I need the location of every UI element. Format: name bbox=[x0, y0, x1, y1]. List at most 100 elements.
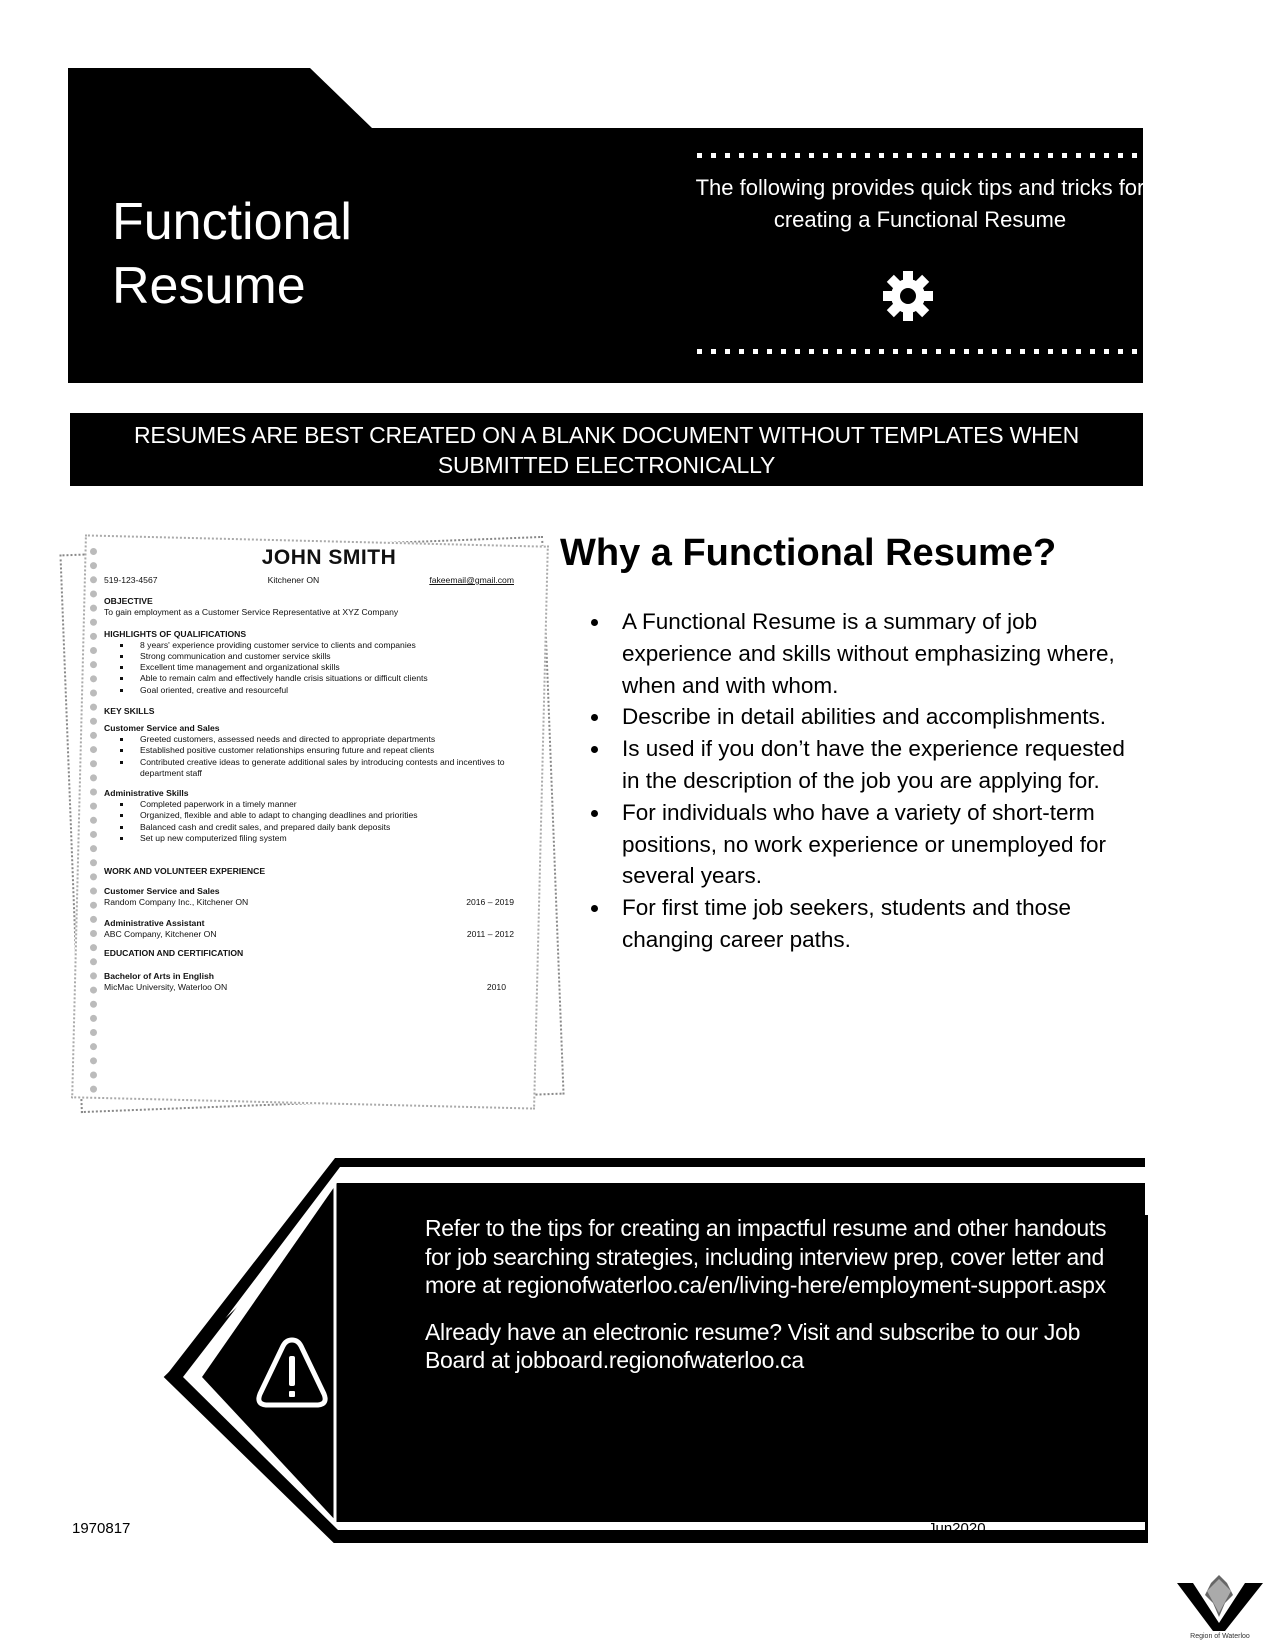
divider-dot bbox=[1005, 349, 1011, 354]
divider-dot bbox=[851, 349, 857, 354]
templates-banner: RESUMES ARE BEST CREATED ON A BLANK DOCU… bbox=[70, 413, 1143, 486]
header-intro: The following provides quick tips and tr… bbox=[695, 175, 1145, 232]
divider-dot bbox=[1019, 349, 1025, 354]
divider-dot bbox=[1117, 153, 1123, 158]
divider-dot bbox=[1005, 153, 1011, 158]
list-item: Balanced cash and credit sales, and prep… bbox=[120, 822, 514, 833]
divider-dot bbox=[711, 349, 717, 354]
document-date: Jun2020 bbox=[928, 1520, 986, 1537]
resume-employer: Random Company Inc., Kitchener ON bbox=[104, 897, 249, 908]
tips-paragraph-resources: Refer to the tips for creating an impact… bbox=[425, 1215, 1107, 1298]
why-heading: Why a Functional Resume? bbox=[560, 532, 1057, 574]
resume-name: JOHN SMITH bbox=[261, 546, 397, 569]
divider-dot bbox=[865, 349, 871, 354]
resume-section-heading: KEY SKILLS bbox=[104, 705, 155, 716]
divider-dot bbox=[879, 153, 885, 158]
list-item: A Functional Resume is a summary of job … bbox=[585, 606, 1145, 701]
divider-dot bbox=[921, 349, 927, 354]
divider-dot bbox=[1061, 349, 1067, 354]
divider-dot bbox=[879, 349, 885, 354]
list-item: Goal oriented, creative and resourceful bbox=[120, 685, 514, 696]
divider-dot bbox=[977, 153, 983, 158]
list-item: For individuals who have a variety of sh… bbox=[585, 797, 1145, 892]
divider-dot bbox=[781, 349, 787, 354]
list-item: Describe in detail abilities and accompl… bbox=[585, 701, 1145, 733]
divider-dot bbox=[921, 153, 927, 158]
divider-dot bbox=[1103, 153, 1109, 158]
resume-skill-list: Greeted customers, assessed needs and di… bbox=[104, 734, 514, 779]
list-item: Able to remain calm and effectively hand… bbox=[120, 673, 514, 684]
divider-dot bbox=[1103, 349, 1109, 354]
resume-skill-list: Completed paperwork in a timely manner O… bbox=[104, 799, 514, 844]
divider-dot bbox=[963, 349, 969, 354]
divider-dot bbox=[767, 349, 773, 354]
resume-section-heading: EDUCATION AND CERTIFICATION bbox=[104, 948, 244, 959]
divider-dot bbox=[963, 153, 969, 158]
resume-section-heading: WORK AND VOLUNTEER EXPERIENCE bbox=[104, 866, 266, 877]
divider-dot bbox=[809, 153, 815, 158]
divider-dot bbox=[739, 349, 745, 354]
title-line-2: Resume bbox=[112, 257, 306, 315]
why-bullet-list: A Functional Resume is a summary of job … bbox=[585, 606, 1145, 956]
divider-dot bbox=[1089, 153, 1095, 158]
resume-school: MicMac University, Waterloo ON bbox=[104, 982, 228, 993]
divider-dot bbox=[1047, 153, 1053, 158]
resume-job: Random Company Inc., Kitchener ON 2016 –… bbox=[104, 897, 514, 908]
list-item: Established positive customer relationsh… bbox=[120, 745, 514, 756]
tips-paragraph-jobboard: Already have an electronic resume? Visit… bbox=[425, 1318, 1081, 1374]
resume-email: fakeemail@gmail.com bbox=[429, 575, 514, 585]
divider-dot bbox=[809, 349, 815, 354]
resume-education: MicMac University, Waterloo ON 2010 bbox=[104, 982, 514, 993]
divider-dot bbox=[1089, 349, 1095, 354]
list-item: Set up new computerized filing system bbox=[120, 833, 514, 844]
document-code: 1970817 bbox=[72, 1520, 131, 1537]
list-item: Organized, flexible and able to adapt to… bbox=[120, 810, 514, 821]
resume-job-title: Administrative Assistant bbox=[104, 917, 205, 928]
resume-phone: 519-123-4567 bbox=[104, 575, 158, 585]
divider-dot bbox=[725, 153, 731, 158]
divider-dot bbox=[739, 153, 745, 158]
warning-icon bbox=[256, 1337, 328, 1408]
resume-job: ABC Company, Kitchener ON 2011 – 2012 bbox=[104, 929, 514, 940]
resume-highlights: 8 years' experience providing customer s… bbox=[104, 640, 514, 696]
divider-dot bbox=[697, 349, 702, 354]
divider-dot bbox=[1033, 153, 1039, 158]
divider-dot bbox=[795, 153, 801, 158]
region-of-waterloo-logo bbox=[1177, 1575, 1263, 1631]
resume-employer: ABC Company, Kitchener ON bbox=[104, 928, 217, 939]
divider-dot bbox=[767, 153, 773, 158]
logo-text: Region of Waterloo bbox=[1190, 1633, 1250, 1640]
divider-dot bbox=[1047, 349, 1053, 354]
resume-job-title: Customer Service and Sales bbox=[104, 886, 220, 897]
resume-skill-group-title: Customer Service and Sales bbox=[104, 723, 220, 734]
divider-dot bbox=[907, 349, 913, 354]
resume-location: Kitchener ON bbox=[267, 575, 320, 585]
divider-dot bbox=[851, 153, 857, 158]
divider-dot bbox=[1075, 349, 1081, 354]
resume-year: 2010 bbox=[486, 982, 506, 993]
list-item: Completed paperwork in a timely manner bbox=[120, 799, 514, 810]
divider-dot bbox=[781, 153, 787, 158]
list-item: Excellent time management and organizati… bbox=[120, 662, 514, 673]
divider-dot bbox=[1061, 153, 1067, 158]
dotted-divider-bottom bbox=[697, 349, 1137, 355]
list-item: Strong communication and customer servic… bbox=[120, 651, 514, 662]
title-line-1: Functional bbox=[112, 193, 352, 251]
divider-dot bbox=[837, 349, 843, 354]
divider-dot bbox=[1033, 349, 1039, 354]
divider-dot bbox=[865, 153, 871, 158]
divider-dot bbox=[725, 349, 731, 354]
resume-degree: Bachelor of Arts in English bbox=[104, 971, 214, 982]
divider-dot bbox=[1131, 153, 1137, 158]
divider-dot bbox=[795, 349, 801, 354]
resume-skill-group-title: Administrative Skills bbox=[104, 788, 189, 799]
divider-dot bbox=[1117, 349, 1123, 354]
divider-dot bbox=[753, 153, 759, 158]
divider-dot bbox=[893, 349, 899, 354]
resume-dates: 2011 – 2012 bbox=[466, 928, 514, 939]
divider-dot bbox=[753, 349, 759, 354]
divider-dot bbox=[991, 153, 997, 158]
resume-objective: To gain employment as a Customer Service… bbox=[104, 607, 399, 618]
resume-section-heading: HIGHLIGHTS OF QUALIFICATIONS bbox=[104, 628, 247, 639]
divider-dot bbox=[935, 349, 941, 354]
